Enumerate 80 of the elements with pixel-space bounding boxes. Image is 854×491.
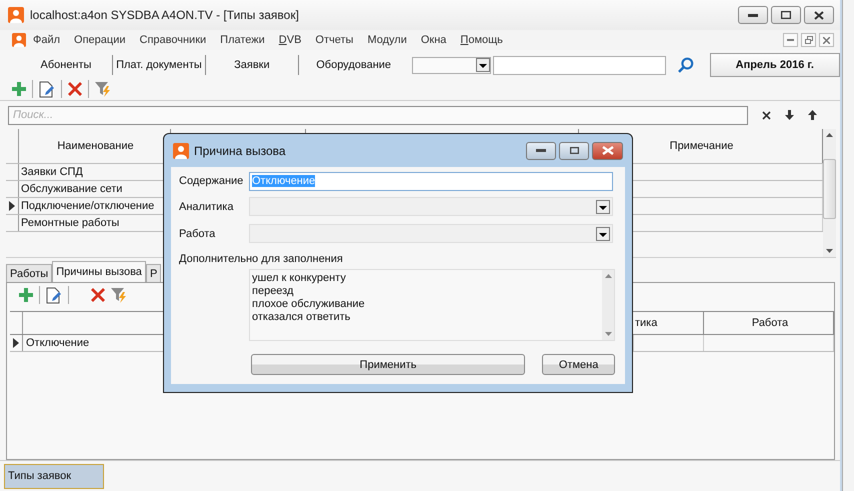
- table-cell: Отключение: [26, 337, 90, 349]
- maximize-button[interactable]: [771, 6, 801, 24]
- app-icon: [8, 7, 24, 23]
- tab[interactable]: Работы: [6, 264, 52, 282]
- add-icon[interactable]: [12, 82, 26, 96]
- maximize-icon: [781, 11, 791, 19]
- menu-item[interactable]: Файл: [26, 34, 68, 46]
- period-button[interactable]: Апрель 2016 г.: [710, 53, 840, 77]
- close-button[interactable]: [804, 6, 834, 24]
- text-line: ушел к конкуренту: [252, 272, 347, 285]
- menu-item[interactable]: Окна: [414, 34, 454, 46]
- nav-tab[interactable]: Оборудование: [298, 55, 408, 75]
- field-label: Содержание: [179, 175, 244, 187]
- app-icon: [173, 142, 189, 158]
- menu-item[interactable]: Платежи: [213, 34, 272, 46]
- nav-tab[interactable]: Заявки: [206, 55, 299, 75]
- minimize-button[interactable]: [738, 6, 768, 24]
- edit-icon[interactable]: [46, 286, 62, 304]
- dialog-title: Причина вызова: [194, 144, 286, 158]
- filter-icon[interactable]: [95, 80, 112, 98]
- maximize-button[interactable]: [559, 142, 589, 160]
- scrollbar[interactable]: [823, 129, 836, 257]
- text-area[interactable]: ушел к конкуренту переезд плохое обслуживание отказался ответить: [249, 269, 615, 341]
- minimize-button[interactable]: [526, 142, 556, 160]
- section-label: Дополнительно для заполнения: [179, 253, 344, 267]
- text-line: отказался ответить: [252, 311, 352, 324]
- scroll-up-icon[interactable]: [826, 133, 833, 137]
- field-label: Аналитика: [179, 200, 234, 212]
- column-header[interactable]: Работа: [704, 312, 834, 334]
- menu-item[interactable]: Справочники: [132, 34, 214, 46]
- text-line: плохое обслуживание: [252, 298, 366, 311]
- scroll-down-icon[interactable]: [826, 249, 833, 253]
- close-button[interactable]: [592, 142, 623, 160]
- menu-item[interactable]: DVB: [272, 34, 308, 46]
- minimize-icon: [748, 14, 758, 16]
- tab[interactable]: Р: [146, 264, 162, 282]
- menu-item[interactable]: Модули: [360, 34, 414, 46]
- text-line: переезд: [252, 285, 294, 298]
- search-field[interactable]: Поиск...: [8, 106, 748, 124]
- nav-tab[interactable]: Плат. документы: [112, 55, 206, 75]
- restore-icon: [804, 36, 812, 44]
- scroll-down-icon[interactable]: [604, 332, 612, 336]
- minimize-icon: [787, 39, 794, 41]
- menu-item[interactable]: Отчеты: [308, 34, 360, 46]
- menu-item[interactable]: Операции: [67, 34, 133, 46]
- delete-icon[interactable]: [91, 288, 105, 302]
- close-icon: [814, 10, 824, 20]
- scroll-up-icon[interactable]: [604, 274, 612, 278]
- table-cell: Ремонтные работы: [21, 217, 120, 229]
- app-icon: [12, 33, 26, 47]
- tab[interactable]: Причины вызова: [52, 261, 146, 282]
- current-row-icon: [13, 338, 19, 348]
- down-arrow-icon[interactable]: [785, 110, 794, 120]
- close-icon: [602, 146, 614, 155]
- search-icon[interactable]: [678, 57, 694, 73]
- minimize-icon: [536, 149, 546, 152]
- table-cell: Обслуживание сети: [21, 183, 122, 195]
- edit-icon[interactable]: [39, 80, 55, 98]
- window-tab[interactable]: Типы заявок: [4, 464, 104, 488]
- menu-item[interactable]: Помощь: [453, 34, 510, 46]
- nav-tab[interactable]: Абоненты: [20, 55, 113, 75]
- clear-icon[interactable]: [762, 110, 771, 120]
- close-icon: [823, 36, 830, 44]
- apply-button[interactable]: Применить: [251, 354, 526, 375]
- add-icon[interactable]: [19, 288, 33, 302]
- table-cell: Подключение/отключение: [21, 200, 154, 212]
- table-cell: Заявки СПД: [21, 166, 83, 178]
- dropdown-field[interactable]: [412, 56, 491, 74]
- filter-icon[interactable]: [111, 286, 128, 304]
- scrollbar[interactable]: [602, 270, 614, 340]
- up-arrow-icon[interactable]: [808, 110, 817, 120]
- maximize-icon: [570, 147, 578, 154]
- cancel-button[interactable]: Отмена: [542, 354, 615, 375]
- column-header[interactable]: тика: [634, 312, 704, 334]
- restore-button[interactable]: [801, 33, 816, 47]
- delete-icon[interactable]: [68, 82, 82, 96]
- search-field[interactable]: [492, 56, 666, 74]
- field-label: Работа: [179, 228, 216, 240]
- current-row-icon: [9, 201, 15, 211]
- window-title: localhost:a4on SYSDBA A4ON.TV - [Типы заявок]: [30, 8, 299, 22]
